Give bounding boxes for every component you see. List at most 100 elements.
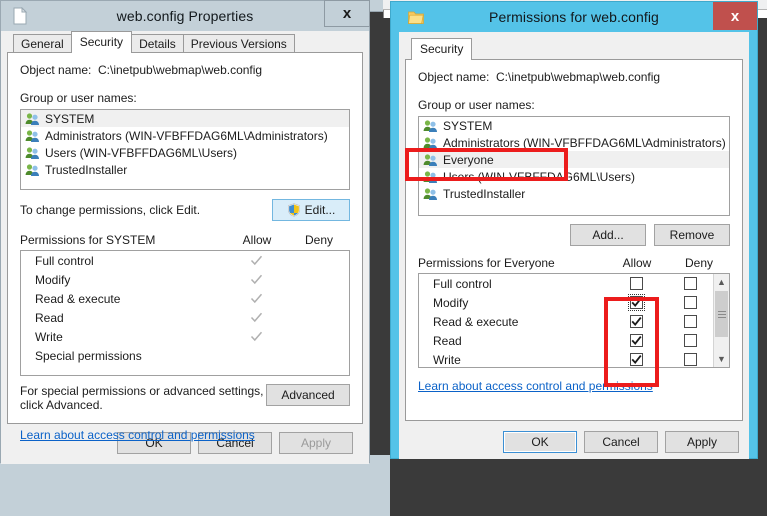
checkmark-icon: [250, 293, 262, 304]
checkmark-icon: [631, 336, 642, 345]
permission-name: Read & execute: [35, 291, 121, 306]
list-item[interactable]: TrustedInstaller: [21, 161, 349, 178]
apply-button[interactable]: Apply: [665, 431, 739, 453]
group-or-user-names-label: Group or user names:: [20, 91, 137, 105]
table-row[interactable]: Write: [21, 327, 349, 346]
allow-checkbox-cell[interactable]: [605, 353, 667, 366]
permissions-tabstrip[interactable]: Security: [405, 38, 743, 60]
list-item[interactable]: TrustedInstaller: [419, 185, 729, 202]
close-icon[interactable]: x: [713, 2, 757, 30]
folder-icon: [407, 8, 425, 26]
permissions-scrollbar[interactable]: ▲ ▼: [713, 274, 729, 367]
allow-check: [225, 292, 287, 305]
list-item[interactable]: Users (WIN-VFBFFDAG6ML\Users): [21, 144, 349, 161]
allow-checkbox-cell[interactable]: [605, 315, 667, 328]
properties-client-area: General Security Details Previous Versio…: [1, 31, 369, 464]
object-name-label: Object name:: [418, 70, 490, 84]
tab-details[interactable]: Details: [131, 34, 184, 53]
permissions-dialog[interactable]: Permissions for web.config x Security Ob…: [390, 1, 758, 459]
scrollbar-thumb[interactable]: [715, 291, 728, 337]
permission-name: Read & execute: [433, 314, 519, 329]
allow-checkbox[interactable]: [627, 294, 645, 311]
ok-button[interactable]: OK: [503, 431, 577, 453]
advanced-button[interactable]: Advanced: [266, 384, 350, 406]
permissions-titlebar[interactable]: Permissions for web.config x: [391, 2, 757, 32]
properties-titlebar[interactable]: web.config Properties x: [1, 0, 370, 31]
edit-hint: To change permissions, click Edit.: [20, 203, 201, 217]
list-item[interactable]: Users (WIN-VFBFFDAG6ML\Users): [419, 168, 729, 185]
checkmark-icon: [631, 355, 642, 364]
table-row[interactable]: Read & execute: [419, 312, 729, 331]
list-item[interactable]: Administrators (WIN-VFBFFDAG6ML\Administ…: [419, 134, 729, 151]
properties-dialog[interactable]: web.config Properties x General Security…: [0, 0, 370, 464]
allow-checkbox-cell[interactable]: [605, 277, 667, 290]
checkmark-icon: [631, 317, 642, 326]
allow-checkbox[interactable]: [629, 315, 643, 328]
table-row[interactable]: Read & execute: [21, 289, 349, 308]
edit-row: To change permissions, click Edit. Edit.…: [20, 199, 350, 221]
allow-column-header: Allow: [622, 256, 652, 270]
permission-name: Write: [433, 352, 461, 367]
permissions-header-row: Permissions for Everyone Allow Deny: [418, 256, 730, 270]
properties-tabstrip[interactable]: General Security Details Previous Versio…: [7, 31, 363, 53]
checkmark-icon: [250, 274, 262, 285]
allow-check: [225, 273, 287, 286]
tab-previous-versions[interactable]: Previous Versions: [182, 34, 295, 53]
close-icon[interactable]: x: [324, 0, 370, 27]
deny-checkbox[interactable]: [683, 334, 697, 347]
table-row[interactable]: Modify: [21, 270, 349, 289]
permission-name: Special permissions: [35, 348, 142, 363]
group-icon: [423, 119, 438, 133]
tab-security[interactable]: Security: [411, 38, 473, 60]
table-row[interactable]: Write: [419, 350, 729, 367]
list-item[interactable]: Administrators (WIN-VFBFFDAG6ML\Administ…: [21, 127, 349, 144]
deny-checkbox[interactable]: [683, 296, 697, 309]
tab-general[interactable]: General: [13, 34, 72, 53]
table-row[interactable]: Full control: [419, 274, 729, 293]
table-row[interactable]: Modify: [419, 293, 729, 312]
table-row[interactable]: Read: [21, 308, 349, 327]
allow-column-header: Allow: [242, 233, 272, 247]
group-icon: [25, 146, 40, 160]
add-button[interactable]: Add...: [570, 224, 646, 246]
table-row[interactable]: Full control: [21, 251, 349, 270]
group-or-user-names-list[interactable]: SYSTEM Administrators (WIN-VFBFFDAG6ML\A…: [20, 109, 350, 190]
edit-button[interactable]: Edit...: [272, 199, 350, 221]
table-row[interactable]: Read: [419, 331, 729, 350]
list-item[interactable]: SYSTEM: [419, 117, 729, 134]
cancel-button[interactable]: Cancel: [584, 431, 658, 453]
permissions-list[interactable]: Full control Modify Read & execute Read …: [418, 273, 730, 368]
deny-checkbox[interactable]: [683, 315, 697, 328]
shield-icon: [287, 203, 301, 217]
edit-button-label: Edit...: [304, 203, 336, 217]
learn-link-row: Learn about access control and permissio…: [418, 377, 730, 395]
learn-about-access-control-link[interactable]: Learn about access control and permissio…: [20, 428, 255, 442]
remove-button[interactable]: Remove: [654, 224, 730, 246]
chevron-up-icon[interactable]: ▲: [714, 274, 729, 290]
allow-checkbox-cell[interactable]: [605, 334, 667, 347]
allow-checkbox[interactable]: [629, 277, 643, 290]
allow-checkbox[interactable]: [629, 353, 643, 366]
permissions-list[interactable]: Full control Modify Read & execute Read …: [20, 250, 350, 376]
learn-about-access-control-link[interactable]: Learn about access control and permissio…: [418, 379, 653, 393]
table-row[interactable]: Special permissions: [21, 346, 349, 365]
group-or-user-names-list[interactable]: SYSTEM Administrators (WIN-VFBFFDAG6ML\A…: [418, 116, 730, 216]
allow-checkbox-cell[interactable]: [605, 294, 667, 311]
deny-column-header: Deny: [304, 233, 333, 247]
deny-checkbox[interactable]: [683, 277, 697, 290]
object-name-row: Object name: C:\inetpub\webmap\web.confi…: [20, 63, 350, 77]
advanced-hint-line1: For special permissions or advanced sett…: [20, 384, 264, 398]
list-item-label: Administrators (WIN-VFBFFDAG6ML\Administ…: [45, 128, 328, 143]
list-item-label: SYSTEM: [443, 118, 493, 133]
allow-checkbox[interactable]: [629, 334, 643, 347]
list-item-label: Users (WIN-VFBFFDAG6ML\Users): [443, 169, 635, 184]
tab-security[interactable]: Security: [70, 31, 133, 53]
list-item[interactable]: SYSTEM: [21, 110, 349, 127]
properties-title: web.config Properties: [116, 8, 254, 24]
deny-column-header: Deny: [684, 256, 713, 270]
chevron-down-icon[interactable]: ▼: [714, 351, 729, 367]
list-item[interactable]: Everyone: [419, 151, 729, 168]
deny-checkbox[interactable]: [683, 353, 697, 366]
permission-name: Full control: [35, 253, 94, 268]
permissions-for-label: Permissions for Everyone: [418, 256, 555, 270]
